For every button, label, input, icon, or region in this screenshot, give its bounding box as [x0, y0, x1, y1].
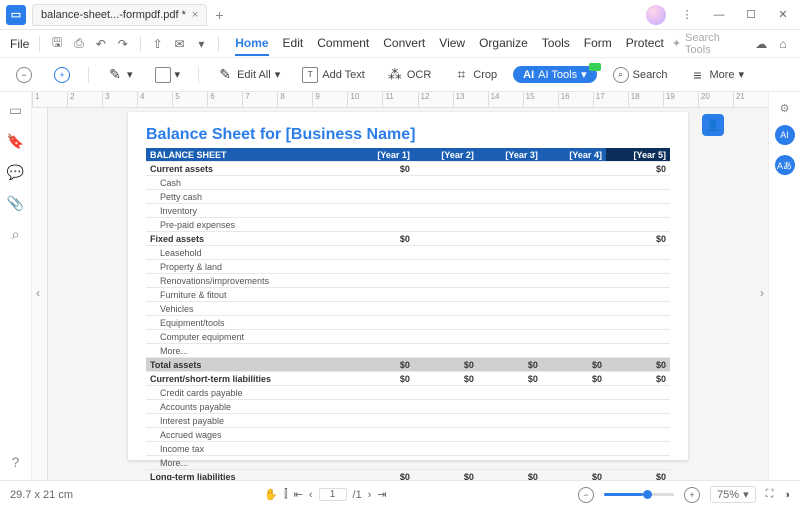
page-input[interactable]: 1: [319, 488, 347, 501]
translate-icon[interactable]: Aあ: [775, 155, 795, 175]
settings-icon[interactable]: ⚙: [780, 102, 790, 115]
profile-icon[interactable]: [646, 5, 666, 25]
home-icon[interactable]: ⌂: [776, 37, 790, 51]
file-menu[interactable]: File: [10, 37, 29, 51]
chevron-down-icon[interactable]: ▾: [194, 37, 208, 51]
ai-float-button[interactable]: 👤: [702, 114, 724, 136]
document-title: Balance Sheet for [Business Name]: [146, 126, 670, 144]
ai-tools-button[interactable]: AIAI Tools▾: [513, 66, 596, 83]
vertical-ruler: [32, 108, 48, 480]
first-page-icon[interactable]: ⇤: [294, 488, 303, 501]
share-icon[interactable]: ⇧: [151, 37, 165, 51]
kebab-icon[interactable]: ⋮: [676, 4, 698, 26]
more-button[interactable]: ≡More▾: [683, 64, 750, 86]
edit-all-button[interactable]: ✎Edit All▾: [211, 64, 286, 86]
shape-button[interactable]: ▾: [149, 64, 187, 86]
search-button[interactable]: ⌕Search: [607, 64, 674, 86]
zoom-in-button[interactable]: +: [48, 64, 76, 86]
fullscreen-icon[interactable]: ⛶: [766, 488, 774, 501]
reading-mode-icon[interactable]: ◑: [783, 489, 790, 501]
comment-panel-icon[interactable]: 💬: [7, 164, 24, 181]
balance-sheet-table: BALANCE SHEET[Year 1][Year 2][Year 3][Ye…: [146, 148, 670, 480]
page-viewport[interactable]: ‹ Balance Sheet for [Business Name] BALA…: [48, 108, 768, 480]
zoom-out-status[interactable]: −: [578, 487, 594, 503]
app-icon: ▭: [6, 5, 26, 25]
bookmark-icon[interactable]: 🔖: [7, 133, 24, 150]
cloud-up-icon[interactable]: ☁: [754, 37, 768, 51]
menu-tab-tools[interactable]: Tools: [542, 32, 570, 56]
right-sidebar: ⚙ AI Aあ: [768, 92, 800, 480]
tab-title: balance-sheet...-formpdf.pdf *: [41, 9, 186, 21]
help-icon[interactable]: ?: [12, 454, 20, 470]
hand-tool-icon[interactable]: ✋: [264, 488, 278, 501]
menubar: File 🖫 ⎙ ↶ ↷ ⇧ ✉ ▾ Home Edit Comment Conver…: [0, 30, 800, 58]
next-page-icon[interactable]: ›: [368, 489, 372, 501]
search-panel-icon[interactable]: ⌕: [12, 226, 20, 243]
new-tab-button[interactable]: +: [215, 7, 223, 23]
highlighter-button[interactable]: ✎▾: [101, 64, 139, 86]
left-sidebar: ▭ 🔖 💬 📎 ⌕ ?: [0, 92, 32, 480]
ocr-button[interactable]: ⁂OCR: [381, 64, 437, 86]
redo-icon[interactable]: ↷: [116, 37, 130, 51]
zoom-slider[interactable]: [604, 493, 674, 496]
wand-icon: ✦: [672, 37, 681, 50]
save-icon[interactable]: 🖫: [50, 33, 64, 54]
undo-icon[interactable]: ↶: [94, 37, 108, 51]
document-page: Balance Sheet for [Business Name] BALANC…: [128, 112, 688, 460]
menu-tab-view[interactable]: View: [439, 32, 465, 56]
attachment-icon[interactable]: 📎: [7, 195, 24, 212]
print-icon[interactable]: ⎙: [72, 36, 86, 51]
thumbnail-icon[interactable]: ▭: [9, 102, 22, 119]
zoom-level[interactable]: 75%▾: [710, 486, 756, 503]
close-icon[interactable]: ×: [192, 9, 198, 21]
last-page-icon[interactable]: ⇥: [377, 488, 386, 501]
menu-tab-comment[interactable]: Comment: [317, 32, 369, 56]
document-tab[interactable]: balance-sheet...-formpdf.pdf * ×: [32, 4, 207, 26]
horizontal-ruler: 123456789101112131415161718192021: [32, 92, 768, 108]
minimize-button[interactable]: —: [708, 4, 730, 26]
statusbar: 29.7 x 21 cm ✋ ⫿ ⇤ ‹ 1 /1 › ⇥ − + 75%▾ ⛶…: [0, 480, 800, 508]
fit-width-icon[interactable]: ⫿: [284, 488, 288, 501]
crop-button[interactable]: ⌗Crop: [447, 64, 503, 86]
page-dimensions: 29.7 x 21 cm: [10, 489, 73, 501]
menu-tab-organize[interactable]: Organize: [479, 32, 528, 56]
mail-icon[interactable]: ✉: [173, 37, 187, 51]
close-window-button[interactable]: ✕: [772, 4, 794, 26]
next-page-arrow[interactable]: ›: [760, 286, 764, 300]
menu-tab-edit[interactable]: Edit: [283, 32, 304, 56]
zoom-in-status[interactable]: +: [684, 487, 700, 503]
titlebar: ▭ balance-sheet...-formpdf.pdf * × + ⋮ —…: [0, 0, 800, 30]
maximize-button[interactable]: ☐: [740, 4, 762, 26]
menu-tab-protect[interactable]: Protect: [626, 32, 664, 56]
menu-tab-form[interactable]: Form: [584, 32, 612, 56]
menu-tab-home[interactable]: Home: [235, 32, 268, 56]
menu-tab-convert[interactable]: Convert: [383, 32, 425, 56]
ai-chat-icon[interactable]: AI: [775, 125, 795, 145]
toolbar: − + ✎▾ ▾ ✎Edit All▾ TAdd Text ⁂OCR ⌗Crop…: [0, 58, 800, 92]
zoom-out-button[interactable]: −: [10, 64, 38, 86]
page-total: /1: [353, 489, 362, 501]
search-tools[interactable]: ✦ Search Tools: [672, 32, 738, 56]
add-text-button[interactable]: TAdd Text: [296, 64, 371, 86]
prev-page-icon[interactable]: ‹: [309, 489, 313, 501]
workspace: ▭ 🔖 💬 📎 ⌕ ? 1234567891011121314151617181…: [0, 92, 800, 480]
